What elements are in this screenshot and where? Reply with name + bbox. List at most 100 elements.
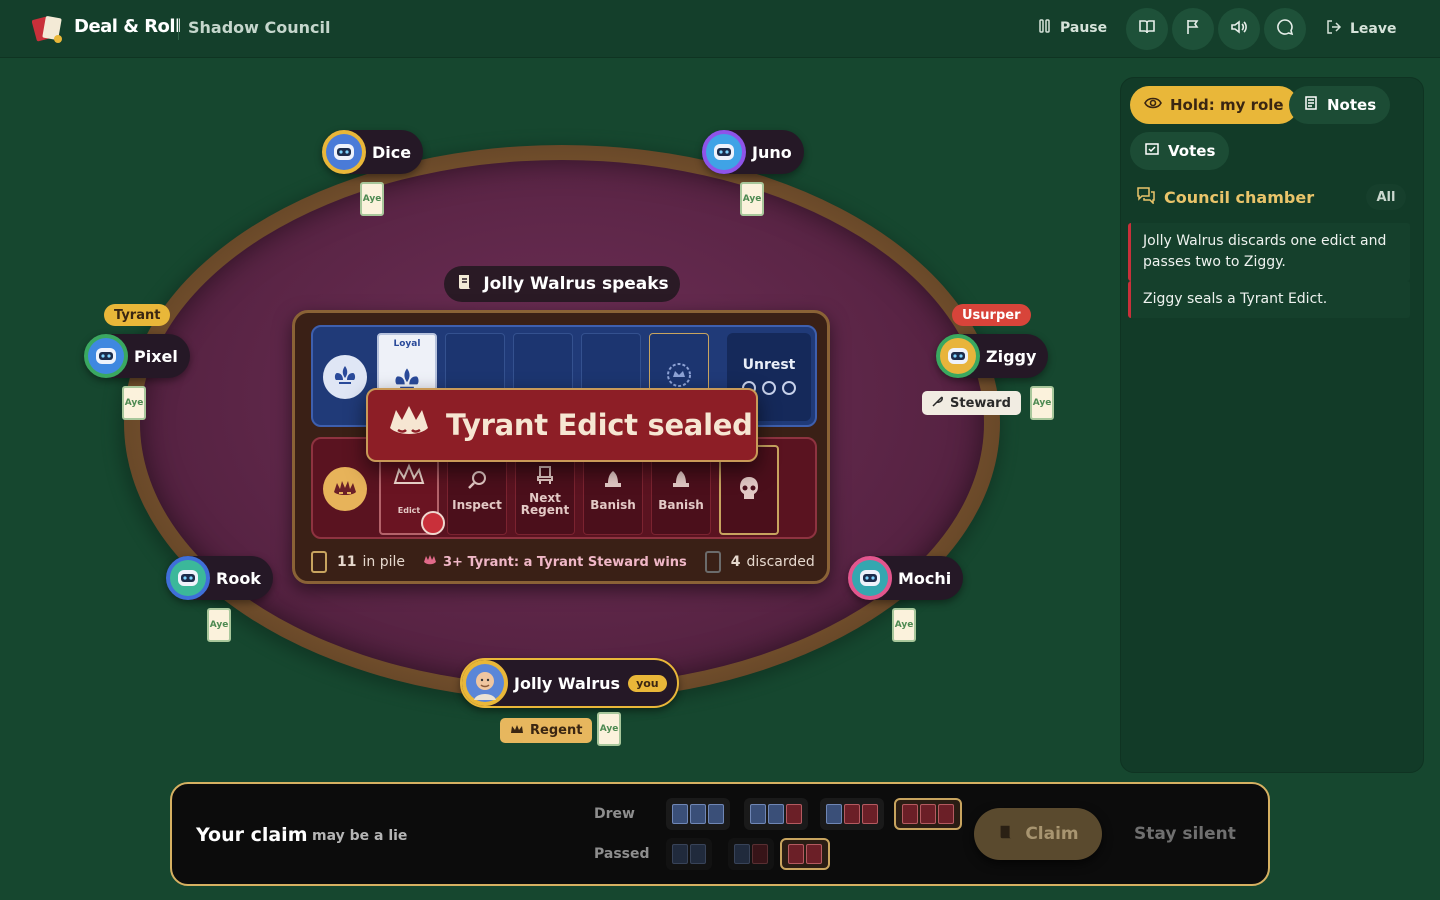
cards-logo-icon	[31, 14, 66, 44]
speaker-banner: Jolly Walrus speaks	[444, 266, 680, 302]
hold-role-label: Hold: my role	[1170, 96, 1284, 114]
power-label: Inspect	[452, 498, 502, 512]
eye-icon	[1144, 96, 1162, 114]
filter-all-button[interactable]: All	[1366, 184, 1406, 210]
claim-label: Claim	[1025, 824, 1079, 844]
pile-count: 11	[337, 554, 357, 570]
player-seat-rook[interactable]: Rook	[166, 556, 273, 600]
claim-button[interactable]: Claim	[974, 808, 1102, 860]
loyal-card-chip	[734, 844, 750, 864]
notes-label: Notes	[1327, 96, 1377, 114]
new-edict-marker	[421, 511, 445, 535]
tyrant-card-chip	[806, 844, 822, 864]
tyrant-card-chip	[920, 804, 936, 824]
drew-label: Drew	[594, 806, 635, 822]
power-label: Next Regent	[520, 491, 570, 517]
chamber-title: Council chamber	[1164, 187, 1315, 207]
hooded-figure-icon	[602, 469, 624, 493]
claim-option[interactable]	[666, 838, 712, 870]
claim-option[interactable]	[780, 838, 830, 870]
claim-option[interactable]	[666, 798, 730, 830]
hooded-figure-icon	[670, 469, 692, 493]
side-panel	[1120, 77, 1424, 773]
votes-label: Votes	[1168, 142, 1216, 160]
leave-label: Leave	[1350, 21, 1397, 37]
flag-icon	[1184, 18, 1202, 40]
role-badge-usurper: Usurper	[952, 304, 1031, 326]
stay-silent-button[interactable]: Stay silent	[1134, 824, 1236, 844]
laurel-crown-icon	[650, 360, 708, 390]
fleur-de-lis-icon	[323, 355, 367, 399]
speaker-text: Jolly Walrus speaks	[483, 274, 669, 294]
unrest-label: Unrest	[742, 357, 796, 373]
vote-card: Aye	[360, 182, 384, 216]
votes-button[interactable]: Votes	[1130, 132, 1230, 170]
hold-role-button[interactable]: Hold: my role	[1130, 86, 1298, 124]
quill-icon	[932, 395, 944, 411]
tyrant-mask-icon	[323, 467, 367, 511]
chat-bubbles-icon	[1136, 186, 1156, 208]
loyal-card-chip	[708, 804, 724, 824]
player-name: Juno	[752, 142, 792, 162]
player-seat-dice[interactable]: Dice	[322, 130, 424, 174]
claim-subtitle: may be a lie	[312, 828, 408, 844]
rulebook-button[interactable]	[1126, 8, 1168, 50]
loyal-card-label: Loyal	[393, 339, 421, 349]
power-label: Banish	[658, 498, 704, 512]
top-bar: Deal & Roll Shadow Council Pause Leave	[0, 0, 1440, 58]
claim-option[interactable]	[894, 798, 962, 830]
discard-count: 4	[730, 554, 741, 570]
vote-card: Aye	[740, 182, 764, 216]
throne-icon	[534, 464, 556, 488]
notes-icon	[1303, 95, 1319, 115]
crown-icon	[392, 463, 426, 491]
loyal-card-chip	[672, 844, 688, 864]
player-seat-pixel[interactable]: Pixel	[84, 334, 190, 378]
steward-badge: Steward	[922, 391, 1021, 415]
chat-button[interactable]	[1264, 8, 1306, 50]
exit-icon	[1326, 19, 1342, 39]
player-name: Jolly Walrus	[514, 673, 621, 693]
player-name: Ziggy	[986, 346, 1037, 366]
player-seat-mochi[interactable]: Mochi	[848, 556, 964, 600]
player-seat-juno[interactable]: Juno	[702, 130, 804, 174]
loyal-card-chip	[768, 804, 784, 824]
sound-button[interactable]	[1218, 8, 1260, 50]
player-name: Mochi	[898, 568, 952, 588]
you-badge: you	[628, 674, 667, 692]
discard-pile-icon	[704, 551, 721, 573]
player-seat-ziggy[interactable]: Ziggy	[936, 334, 1049, 378]
discard-label: discarded	[746, 554, 815, 570]
skull-icon	[736, 474, 762, 506]
leave-button[interactable]: Leave	[1326, 19, 1396, 39]
vote-card: Aye	[892, 608, 916, 642]
claim-option[interactable]	[744, 798, 808, 830]
claim-bar: Your claim may be a lie Drew Passed Clai…	[170, 782, 1270, 886]
loyal-card-chip	[690, 804, 706, 824]
tyrant-card-chip	[844, 804, 860, 824]
notes-button[interactable]: Notes	[1289, 86, 1391, 124]
event-banner-text: Tyrant Edict sealed	[446, 408, 753, 442]
edict-card-label: Edict	[397, 506, 421, 515]
book-icon	[1138, 18, 1156, 40]
player-seat-you[interactable]: Jolly Walrus you	[460, 658, 679, 708]
player-name: Dice	[372, 142, 412, 162]
tyrant-card-chip	[938, 804, 954, 824]
unrest-dot	[762, 381, 776, 395]
board-stats: 11 in pile 3+ Tyrant: a Tyrant Steward w…	[311, 549, 817, 575]
unrest-dot	[782, 381, 796, 395]
pause-label: Pause	[1060, 20, 1108, 36]
report-button[interactable]	[1172, 8, 1214, 50]
event-banner: Tyrant Edict sealed	[366, 388, 758, 462]
tyrant-card-chip	[786, 804, 802, 824]
claim-option[interactable]	[820, 798, 884, 830]
scroll-icon	[455, 272, 475, 297]
regent-label: Regent	[530, 723, 583, 738]
loyal-card-chip	[826, 804, 842, 824]
loyal-card-chip	[672, 804, 688, 824]
mask-icon	[423, 553, 437, 571]
pause-button[interactable]: Pause	[1038, 19, 1107, 37]
claim-option[interactable]	[728, 838, 774, 870]
crown-icon	[510, 723, 524, 739]
tyrant-card-chip	[788, 844, 804, 864]
